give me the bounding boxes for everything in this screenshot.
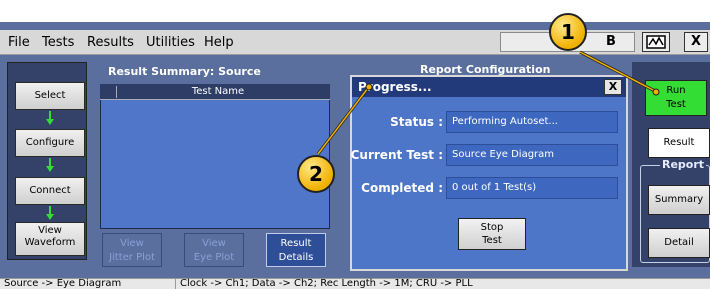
- callout-2: 2: [297, 155, 335, 193]
- callout-leaders: [316, 50, 660, 155]
- callout-1: 1: [549, 13, 587, 51]
